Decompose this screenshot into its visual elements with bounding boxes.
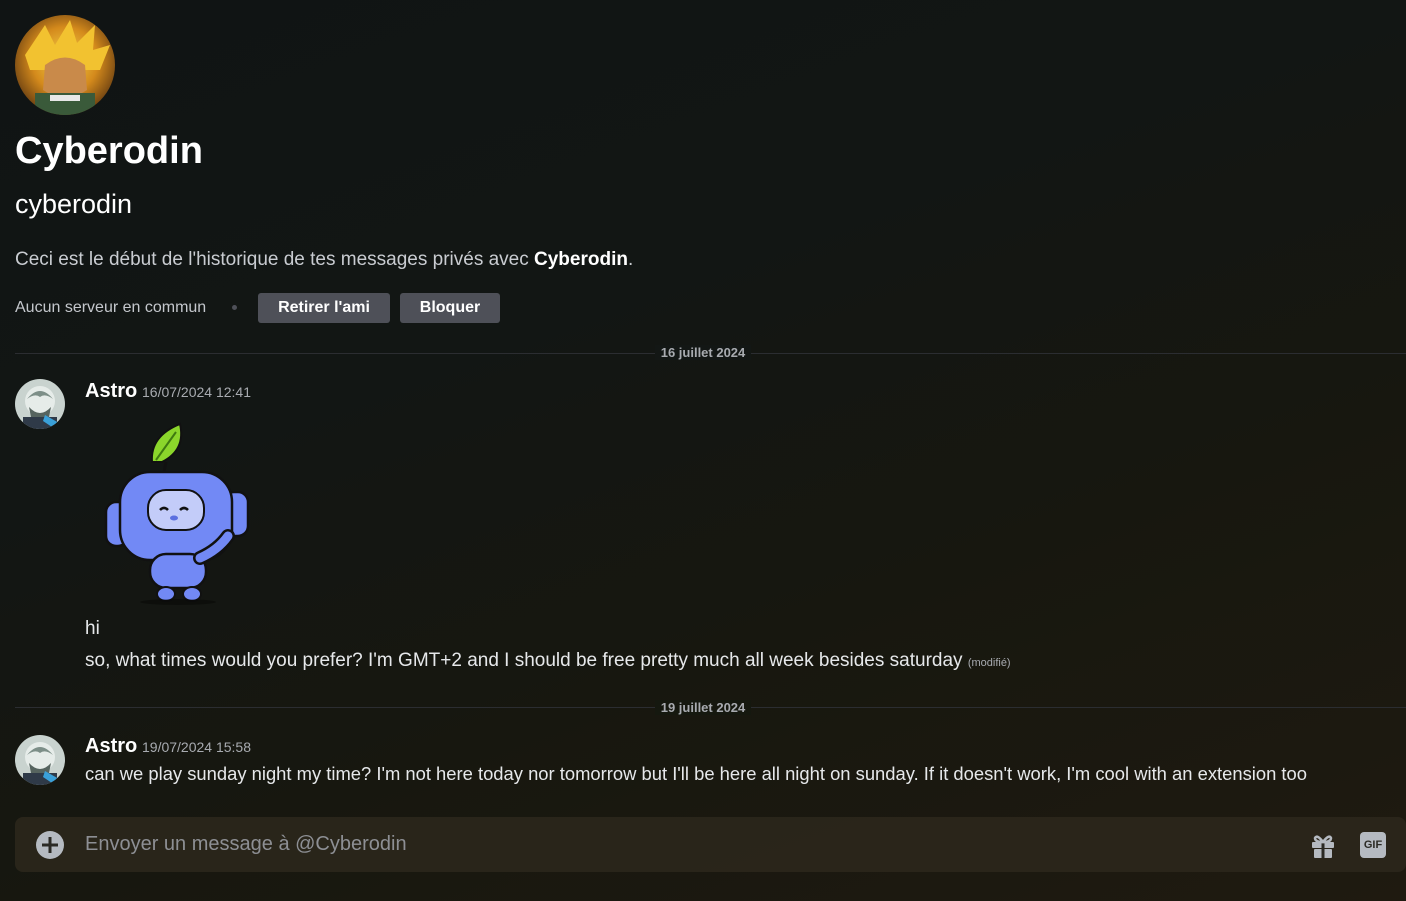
author-avatar[interactable] <box>15 735 65 785</box>
date-divider-label: 16 juillet 2024 <box>0 345 1406 361</box>
common-servers-text: Aucun serveur en commun <box>15 299 207 316</box>
remove-friend-button[interactable]: Retirer l'ami <box>258 293 390 323</box>
message-line: hi <box>85 618 100 639</box>
message-line-text: so, what times would you prefer? I'm GMT… <box>85 650 963 671</box>
message-author[interactable]: Astro <box>85 734 137 758</box>
gift-icon[interactable] <box>1309 832 1337 860</box>
profile-username: cyberodin <box>15 189 133 219</box>
message-composer: Envoyer un message à @Cyberodin GIF <box>15 817 1406 872</box>
message-input[interactable]: Envoyer un message à @Cyberodin <box>85 831 407 857</box>
profile-display-name: Cyberodin <box>15 130 203 172</box>
message-line: so, what times would you prefer? I'm GMT… <box>85 649 1011 675</box>
dm-intro-text: Ceci est le début de l'historique de tes… <box>15 248 633 272</box>
intro-suffix: . <box>627 249 634 270</box>
profile-avatar[interactable] <box>15 15 115 115</box>
edited-label: (modifié) <box>967 657 1011 669</box>
message-timestamp: 19/07/2024 15:58 <box>142 739 251 755</box>
message-timestamp: 16/07/2024 12:41 <box>142 384 251 400</box>
author-avatar[interactable] <box>15 379 65 429</box>
separator-dot <box>232 305 237 310</box>
wumpus-leaf-sticker[interactable] <box>100 418 255 608</box>
message-line: can we play sunday night my time? I'm no… <box>85 763 1307 784</box>
gif-button[interactable]: GIF <box>1360 832 1386 858</box>
message-author[interactable]: Astro <box>85 379 137 403</box>
date-divider-label: 19 juillet 2024 <box>0 700 1406 716</box>
intro-prefix: Ceci est le début de l'historique de tes… <box>15 249 535 270</box>
intro-name: Cyberodin <box>534 249 628 270</box>
attach-plus-icon[interactable] <box>36 831 64 859</box>
block-button[interactable]: Bloquer <box>400 293 500 323</box>
